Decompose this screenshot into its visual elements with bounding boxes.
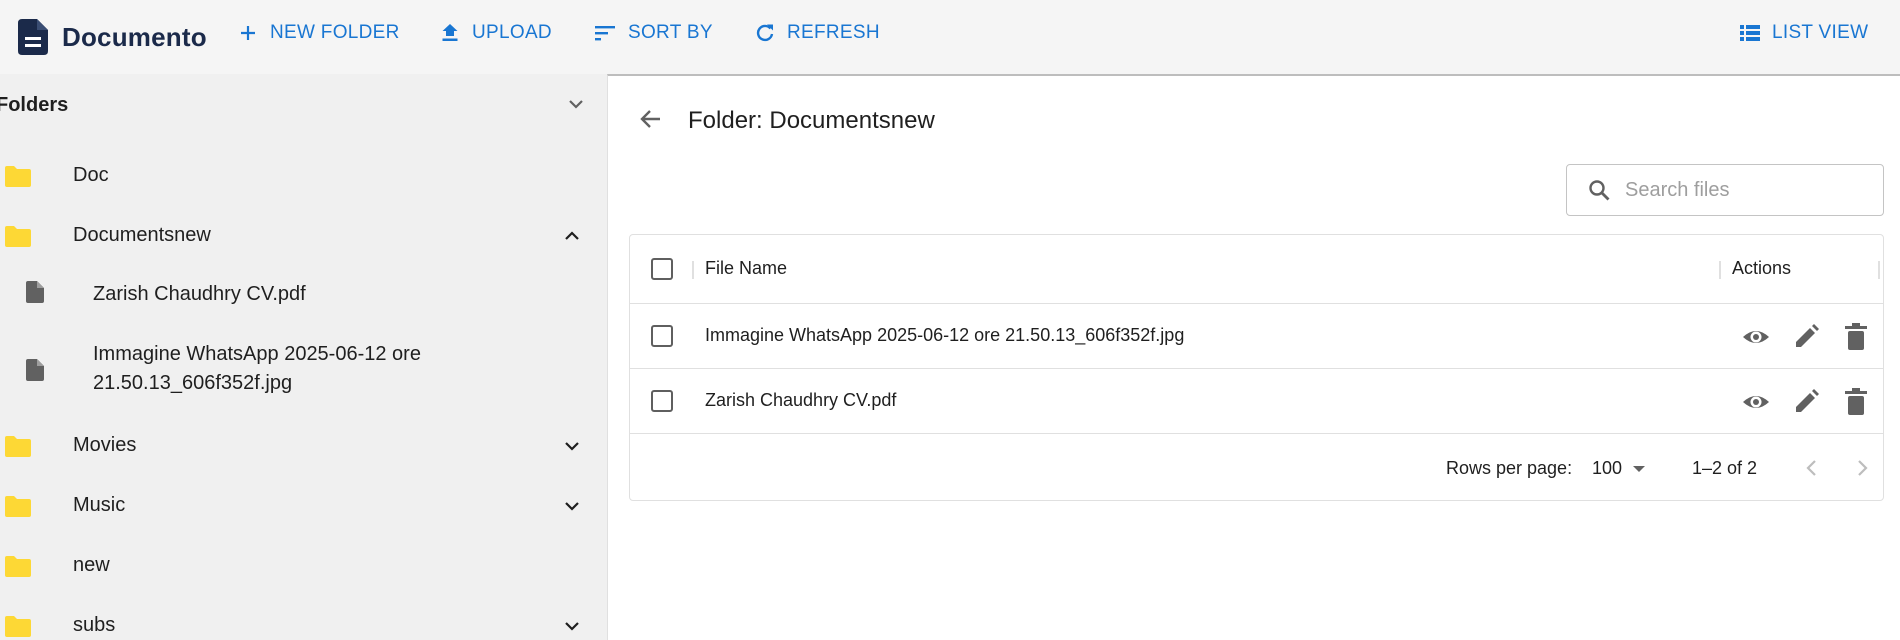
- row-checkbox[interactable]: [651, 325, 673, 347]
- chevron-down-icon[interactable]: [560, 494, 584, 518]
- sidebar-folder-label: subs: [73, 614, 116, 636]
- new-folder-label: NEW FOLDER: [270, 22, 400, 43]
- column-header-file-name[interactable]: File Name: [705, 258, 787, 279]
- rows-per-page-select[interactable]: 100: [1592, 458, 1646, 479]
- sidebar-file-item[interactable]: Immagine WhatsApp 2025-06-12 ore 21.50.1…: [0, 336, 607, 412]
- sidebar-folder-movies[interactable]: Movies: [0, 416, 607, 476]
- folders-title: Folders: [0, 94, 69, 116]
- chevron-down-icon[interactable]: [564, 92, 588, 116]
- refresh-label: REFRESH: [787, 22, 880, 43]
- upload-label: UPLOAD: [472, 22, 552, 43]
- folder-icon: [5, 226, 31, 247]
- list-view-icon: [1740, 24, 1772, 42]
- brand: Documento: [18, 19, 207, 55]
- eye-icon[interactable]: [1741, 322, 1771, 352]
- sidebar-folder-subs[interactable]: subs: [0, 596, 607, 640]
- edit-icon[interactable]: [1791, 322, 1821, 352]
- file-icon: [26, 359, 44, 381]
- page-title: Folder: Documentsnew: [688, 107, 935, 134]
- chevron-down-icon[interactable]: [560, 434, 584, 458]
- sidebar-folder-music[interactable]: Music: [0, 476, 607, 536]
- file-name-cell: Zarish Chaudhry CV.pdf: [705, 390, 897, 410]
- folder-icon: [5, 556, 31, 577]
- table-row[interactable]: Immagine WhatsApp 2025-06-12 ore 21.50.1…: [630, 304, 1883, 369]
- main-panel: Folder: Documentsnew File Name Actions I…: [607, 74, 1900, 640]
- chevron-down-icon[interactable]: [560, 614, 584, 638]
- folder-icon: [5, 166, 31, 187]
- search-icon: [1587, 178, 1611, 202]
- back-arrow-icon[interactable]: [638, 106, 664, 132]
- new-folder-button[interactable]: NEW FOLDER: [238, 16, 400, 50]
- upload-button[interactable]: UPLOAD: [440, 16, 552, 50]
- folders-header[interactable]: Folders: [0, 74, 607, 134]
- folder-icon: [5, 436, 31, 457]
- delete-icon[interactable]: [1841, 387, 1871, 417]
- top-toolbar: Documento NEW FOLDER UPLOAD SORT BY REFR…: [0, 0, 1900, 74]
- sidebar-folder-documentsnew[interactable]: Documentsnew: [0, 206, 607, 266]
- sidebar-file-item[interactable]: Zarish Chaudhry CV.pdf: [0, 270, 607, 326]
- file-icon: [26, 281, 44, 303]
- select-all-checkbox[interactable]: [651, 258, 673, 280]
- table-row[interactable]: Zarish Chaudhry CV.pdf: [630, 369, 1883, 434]
- next-page-icon[interactable]: [1850, 456, 1874, 480]
- rows-per-page-label: Rows per page:: [1446, 458, 1573, 478]
- search-box[interactable]: [1566, 164, 1884, 216]
- eye-icon[interactable]: [1741, 387, 1771, 417]
- sort-by-button[interactable]: SORT BY: [594, 16, 713, 50]
- pagination-bar: Rows per page: 100 1–2 of 2: [630, 438, 1883, 500]
- sidebar-folder-label: new: [73, 554, 110, 576]
- search-input[interactable]: [1625, 178, 1865, 202]
- sort-by-label: SORT BY: [628, 22, 713, 43]
- column-separator[interactable]: [1719, 261, 1721, 279]
- sidebar-file-label: Zarish Chaudhry CV.pdf: [93, 283, 306, 305]
- row-checkbox[interactable]: [651, 390, 673, 412]
- refresh-button[interactable]: REFRESH: [755, 16, 880, 50]
- list-view-button[interactable]: LIST VIEW: [1740, 16, 1868, 50]
- file-name-cell: Immagine WhatsApp 2025-06-12 ore 21.50.1…: [705, 325, 1185, 345]
- sidebar-folder-label: Documentsnew: [73, 224, 211, 246]
- plus-icon: [238, 23, 270, 43]
- sidebar-folder-label: Music: [73, 494, 126, 516]
- dropdown-arrow-icon: [1632, 464, 1646, 474]
- upload-icon: [440, 23, 472, 43]
- folders-sidebar: Folders Doc Documentsnew Zarish Chaudhry…: [0, 74, 607, 640]
- previous-page-icon[interactable]: [1800, 456, 1824, 480]
- sidebar-folder-new[interactable]: new: [0, 536, 607, 596]
- document-icon: [18, 19, 48, 55]
- sort-icon: [594, 24, 628, 42]
- table-header: File Name Actions: [630, 235, 1883, 304]
- column-separator[interactable]: [692, 261, 694, 279]
- refresh-icon: [755, 23, 787, 43]
- pagination-range: 1–2 of 2: [1692, 458, 1758, 478]
- chevron-up-icon[interactable]: [560, 224, 584, 248]
- rows-per-page-value: 100: [1592, 458, 1623, 478]
- sidebar-folder-label: Doc: [73, 164, 109, 186]
- column-header-actions: Actions: [1732, 258, 1792, 278]
- list-view-label: LIST VIEW: [1772, 22, 1869, 43]
- folder-icon: [5, 616, 31, 637]
- column-separator[interactable]: [1878, 261, 1880, 279]
- app-title: Documento: [62, 21, 207, 52]
- folder-icon: [5, 496, 31, 517]
- sidebar-file-label: Immagine WhatsApp 2025-06-12 ore 21.50.1…: [93, 343, 421, 394]
- files-table: File Name Actions Immagine WhatsApp 2025…: [629, 234, 1884, 501]
- sidebar-folder-label: Movies: [73, 434, 137, 456]
- delete-icon[interactable]: [1841, 322, 1871, 352]
- sidebar-folder-doc[interactable]: Doc: [0, 146, 607, 206]
- edit-icon[interactable]: [1791, 387, 1821, 417]
